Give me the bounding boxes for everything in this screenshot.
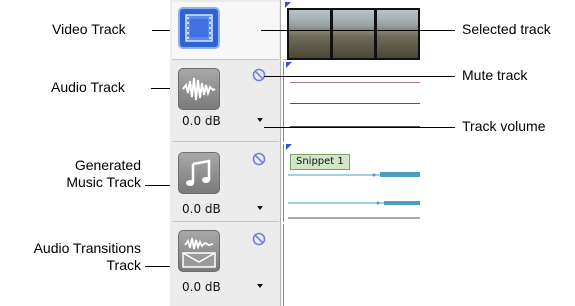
video-thumbnails bbox=[287, 8, 420, 60]
track-volume-value: 0.0 dB bbox=[182, 202, 221, 216]
audio-lane-line bbox=[290, 103, 420, 104]
music-waveform bbox=[288, 172, 420, 219]
callout-audio-track: Audio Track bbox=[51, 79, 125, 95]
callout-generated-music-track: Generated Music Track bbox=[66, 157, 141, 190]
mute-icon[interactable] bbox=[252, 68, 266, 82]
volume-dropdown-arrow-icon[interactable] bbox=[257, 118, 263, 122]
callout-mute-track: Mute track bbox=[462, 67, 528, 83]
volume-dropdown-arrow-icon[interactable] bbox=[257, 284, 263, 288]
audio-transitions-lane[interactable] bbox=[283, 224, 420, 306]
leader-mute-track bbox=[264, 76, 455, 77]
callout-video-track: Video Track bbox=[52, 21, 126, 37]
video-frame bbox=[333, 10, 374, 58]
audio-track-header[interactable]: 0.0 dB bbox=[172, 62, 279, 142]
mute-icon[interactable] bbox=[252, 232, 266, 246]
mute-icon[interactable] bbox=[252, 152, 266, 166]
lane-start-marker-icon bbox=[286, 62, 292, 68]
audio-waveform-icon bbox=[178, 68, 220, 110]
callout-selected-track: Selected track bbox=[462, 21, 551, 37]
timeline[interactable]: Snippet 1 bbox=[283, 0, 420, 306]
leader-track-volume bbox=[264, 127, 455, 128]
music-note-icon bbox=[178, 152, 220, 194]
audio-transitions-track-header[interactable]: 0.0 dB bbox=[172, 224, 279, 306]
track-volume-value: 0.0 dB bbox=[182, 114, 221, 128]
track-volume-value: 0.0 dB bbox=[182, 280, 221, 294]
audio-lane[interactable] bbox=[283, 62, 420, 142]
audio-transition-icon bbox=[178, 230, 220, 272]
video-frame bbox=[289, 10, 330, 58]
audio-lane-line bbox=[290, 82, 420, 83]
volume-dropdown-arrow-icon[interactable] bbox=[257, 206, 263, 210]
callout-track-volume: Track volume bbox=[462, 118, 546, 134]
video-track-header[interactable] bbox=[172, 2, 279, 60]
track-header-panel: 0.0 dB 0.0 dB 0.0 dB bbox=[170, 0, 281, 306]
video-lane[interactable] bbox=[283, 2, 420, 60]
video-frame bbox=[377, 10, 418, 58]
generated-music-track-header[interactable]: 0.0 dB bbox=[172, 144, 279, 222]
callout-audio-transitions-track: Audio Transitions Track bbox=[33, 240, 141, 273]
leader-selected-track bbox=[261, 30, 455, 31]
film-strip-icon bbox=[178, 7, 220, 49]
generated-music-lane[interactable]: Snippet 1 bbox=[283, 144, 420, 222]
